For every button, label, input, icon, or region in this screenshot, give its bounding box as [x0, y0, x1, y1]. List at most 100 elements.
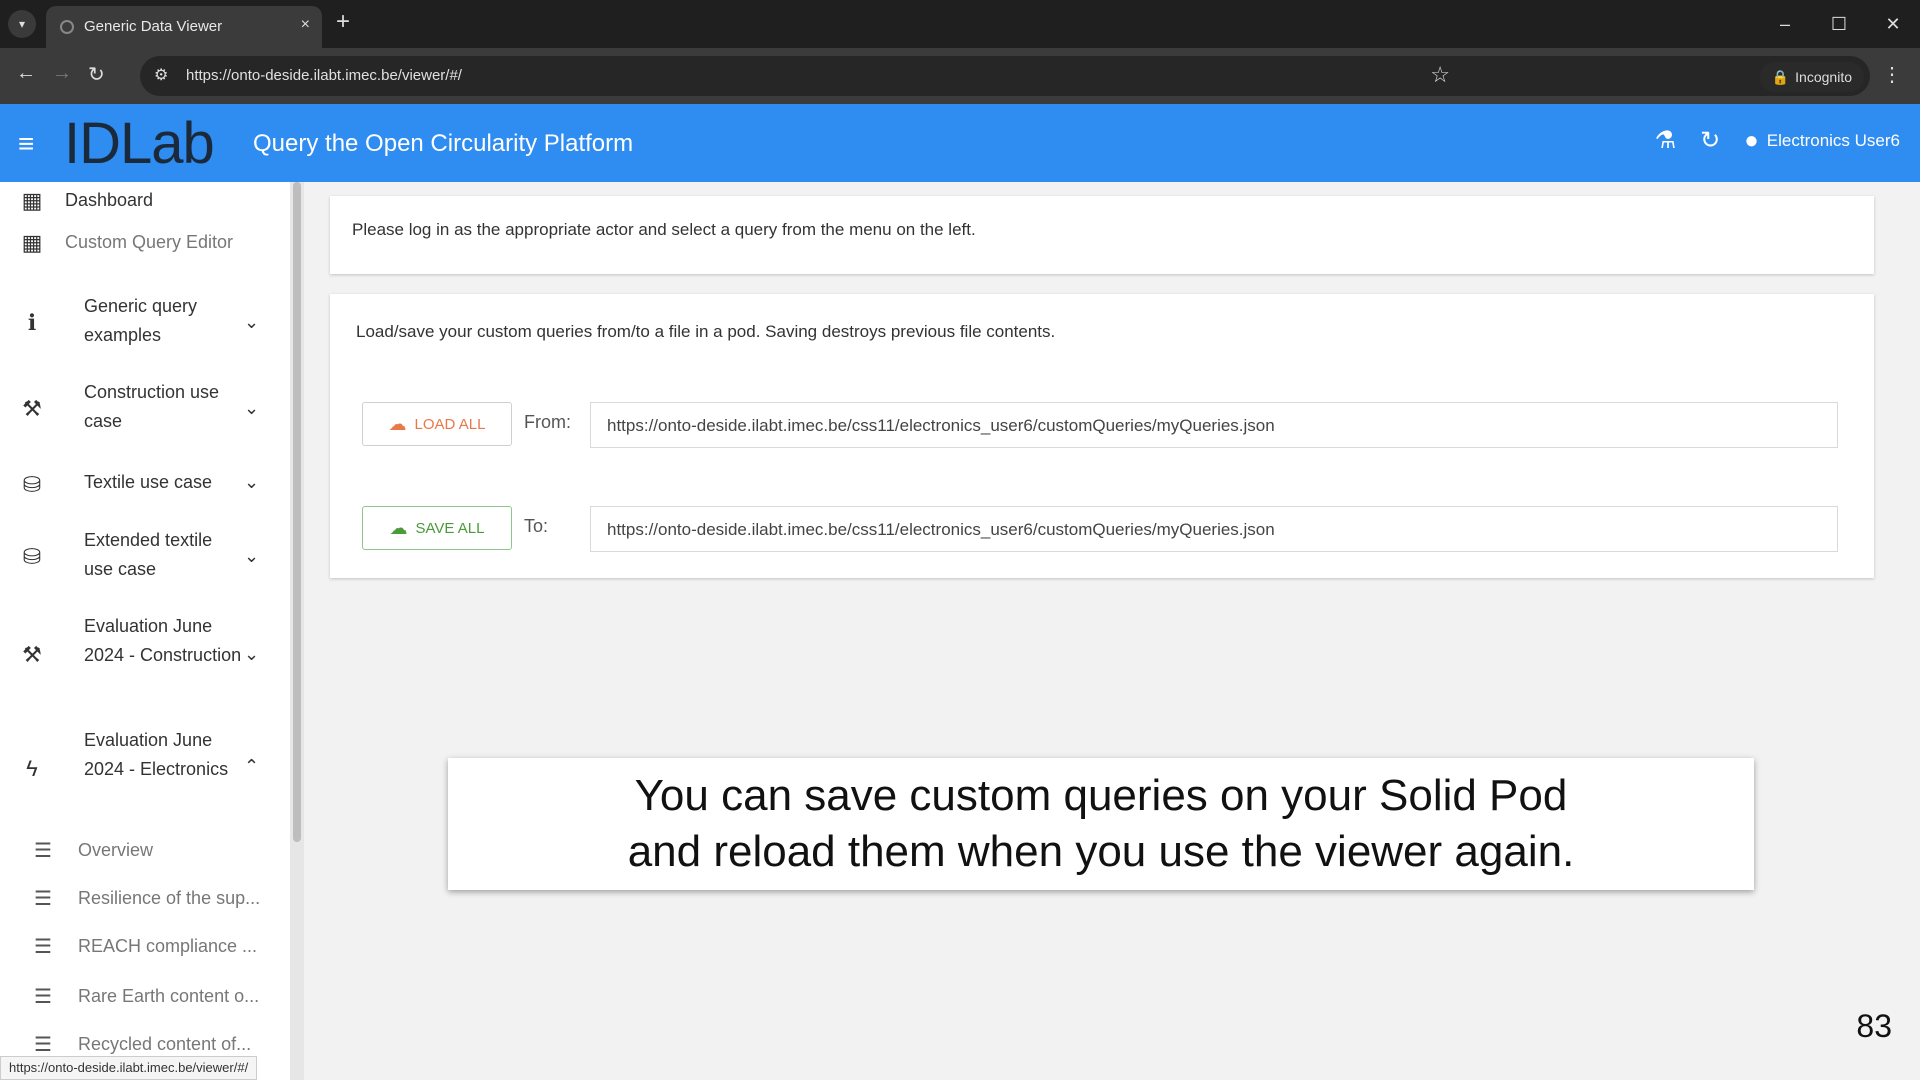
forward-icon[interactable]: →	[52, 62, 72, 85]
sidebar-group-evaluation-construction[interactable]: ⚒ Evaluation June 2024 - Construction ⌄	[0, 610, 290, 700]
tab-favicon-icon	[60, 20, 74, 34]
list-icon: ☰	[34, 1034, 52, 1056]
sidebar-item-label: Resilience of the sup...	[78, 888, 261, 908]
sidebar-item-label: Dashboard	[65, 190, 154, 210]
page-title: Query the Open Circularity Platform	[253, 130, 634, 157]
sidebar-group-textile[interactable]: ⛁ Textile use case ⌄	[0, 466, 290, 502]
tab-close-icon[interactable]: ×	[301, 16, 310, 34]
sidebar-item-label: Overview	[78, 840, 154, 860]
sidebar-item-label: REACH compliance ...	[78, 936, 258, 956]
browser-tab-bar: ▾ Generic Data Viewer × + – ☐ ✕	[0, 0, 1920, 48]
user-menu[interactable]: ● Electronics User6	[1744, 127, 1900, 155]
back-icon[interactable]: ←	[16, 62, 36, 85]
sidebar-group-evaluation-electronics[interactable]: ϟ Evaluation June 2024 - Electronics ⌃	[0, 724, 290, 814]
bookmark-star-icon[interactable]: ☆	[1430, 62, 1450, 88]
sidebar-item-rare-earth[interactable]: ☰ Rare Earth content o...	[0, 978, 290, 1014]
list-icon: ☰	[34, 936, 52, 958]
dashboard-icon: ▦	[21, 188, 43, 213]
load-all-button[interactable]: ☁ LOAD ALL	[362, 402, 512, 446]
user-label: Electronics User6	[1766, 130, 1900, 150]
from-label: From:	[524, 412, 571, 432]
tab-title: Generic Data Viewer	[84, 18, 223, 35]
close-window-button[interactable]: ✕	[1866, 0, 1920, 48]
url-text[interactable]: https://onto-deside.ilabt.imec.be/viewer…	[186, 67, 462, 84]
sidebar-group-label: Generic query examples	[84, 296, 198, 345]
browser-tab[interactable]: Generic Data Viewer ×	[46, 6, 322, 48]
sidebar-item-custom-query-editor[interactable]: ▦ Custom Query Editor	[0, 222, 290, 262]
incognito-label: Incognito	[1795, 69, 1852, 85]
status-url-tooltip: https://onto-deside.ilabt.imec.be/viewer…	[0, 1056, 258, 1080]
sidebar-item-resilience[interactable]: ☰ Resilience of the sup...	[0, 880, 290, 916]
load-all-label: LOAD ALL	[414, 415, 486, 433]
sidebar-scrollbar[interactable]	[290, 182, 304, 1080]
hanger-icon: ⛁	[22, 472, 42, 497]
url-field[interactable]: ⚙ https://onto-deside.ilabt.imec.be/view…	[140, 56, 1870, 96]
chevron-down-icon: ⌄	[244, 312, 260, 332]
flask-icon[interactable]: ⚗	[1655, 126, 1677, 155]
list-icon: ☰	[34, 986, 52, 1008]
account-icon: ●	[1744, 126, 1759, 154]
caption-line-1: You can save custom queries on your Soli…	[634, 771, 1568, 820]
sidebar-group-extended-textile[interactable]: ⛁ Extended textile use case ⌄	[0, 524, 290, 588]
from-url-value[interactable]: https://onto-deside.ilabt.imec.be/css11/…	[607, 416, 1275, 436]
save-all-button[interactable]: ☁ SAVE ALL	[362, 506, 512, 550]
browser-menu-icon[interactable]: ⋮	[1882, 62, 1902, 87]
list-icon: ☰	[34, 888, 52, 910]
incognito-badge[interactable]: 🔒 Incognito	[1759, 62, 1864, 92]
menu-toggle-icon[interactable]: ≡	[18, 128, 34, 160]
sidebar-group-label: Extended textile use case	[84, 530, 213, 579]
sidebar-group-label: Textile use case	[84, 472, 213, 492]
to-url-input[interactable]: https://onto-deside.ilabt.imec.be/css11/…	[590, 506, 1838, 552]
chevron-down-icon: ⌄	[244, 546, 260, 566]
cloud-upload-icon: ☁	[389, 517, 408, 538]
chevron-down-icon: ⌄	[244, 398, 260, 418]
sidebar-item-label: Custom Query Editor	[65, 232, 234, 252]
bolt-icon: ϟ	[26, 756, 38, 781]
incognito-icon: 🔒	[1771, 68, 1790, 85]
info-icon: ℹ	[27, 310, 37, 335]
sidebar-group-label: Evaluation June 2024 - Construction	[84, 616, 242, 665]
from-url-input[interactable]: https://onto-deside.ilabt.imec.be/css11/…	[590, 402, 1838, 448]
cloud-download-icon: ☁	[388, 413, 407, 434]
hanger-icon: ⛁	[22, 544, 42, 569]
sidebar-item-label: Rare Earth content o...	[78, 986, 260, 1006]
sidebar-item-reach[interactable]: ☰ REACH compliance ...	[0, 928, 290, 964]
load-save-text: Load/save your custom queries from/to a …	[356, 322, 1056, 341]
window-controls: – ☐ ✕	[1758, 0, 1920, 48]
save-all-label: SAVE ALL	[415, 519, 485, 537]
tools-icon: ⚒	[22, 642, 42, 667]
sidebar: ▦ Dashboard ▦ Custom Query Editor ℹ Gene…	[0, 182, 290, 1080]
app-header: ≡ IDLab Query the Open Circularity Platf…	[0, 104, 1920, 182]
to-label: To:	[524, 516, 549, 536]
caption-overlay: You can save custom queries on your Soli…	[448, 758, 1754, 890]
reload-icon[interactable]: ↻	[88, 62, 105, 87]
dashboard-icon: ▦	[21, 230, 43, 255]
chevron-down-icon: ⌄	[244, 472, 260, 492]
idlab-logo: IDLab	[64, 111, 215, 176]
chevron-down-icon: ⌄	[244, 644, 260, 664]
info-text: Please log in as the appropriate actor a…	[352, 220, 976, 239]
chevron-up-icon: ⌃	[244, 756, 260, 776]
info-card: Please log in as the appropriate actor a…	[330, 196, 1874, 274]
to-url-value[interactable]: https://onto-deside.ilabt.imec.be/css11/…	[607, 520, 1275, 540]
refresh-icon[interactable]: ↻	[1700, 126, 1720, 155]
caption-line-2: and reload them when you use the viewer …	[627, 827, 1575, 876]
site-info-icon[interactable]: ⚙	[154, 65, 168, 85]
tab-search-icon[interactable]: ▾	[8, 10, 36, 38]
header-actions: ⚗ ↻ ● Electronics User6	[1655, 126, 1900, 155]
sidebar-item-dashboard[interactable]: ▦ Dashboard	[0, 182, 290, 218]
scrollbar-thumb[interactable]	[293, 182, 301, 842]
page-number: 83	[1856, 1008, 1892, 1044]
tools-icon: ⚒	[22, 396, 42, 421]
sidebar-group-label: Construction use case	[84, 382, 220, 431]
minimize-button[interactable]: –	[1758, 0, 1812, 48]
address-bar: ← → ↻ ⚙ https://onto-deside.ilabt.imec.b…	[0, 48, 1920, 104]
sidebar-group-generic[interactable]: ℹ Generic query examples ⌄	[0, 290, 290, 354]
sidebar-group-construction[interactable]: ⚒ Construction use case ⌄	[0, 376, 290, 440]
load-save-card: Load/save your custom queries from/to a …	[330, 294, 1874, 578]
sidebar-group-label: Evaluation June 2024 - Electronics	[84, 730, 229, 779]
new-tab-button[interactable]: +	[336, 8, 350, 36]
maximize-button[interactable]: ☐	[1812, 0, 1866, 48]
sidebar-item-label: Recycled content of...	[78, 1034, 252, 1054]
sidebar-item-overview[interactable]: ☰ Overview	[0, 832, 290, 868]
